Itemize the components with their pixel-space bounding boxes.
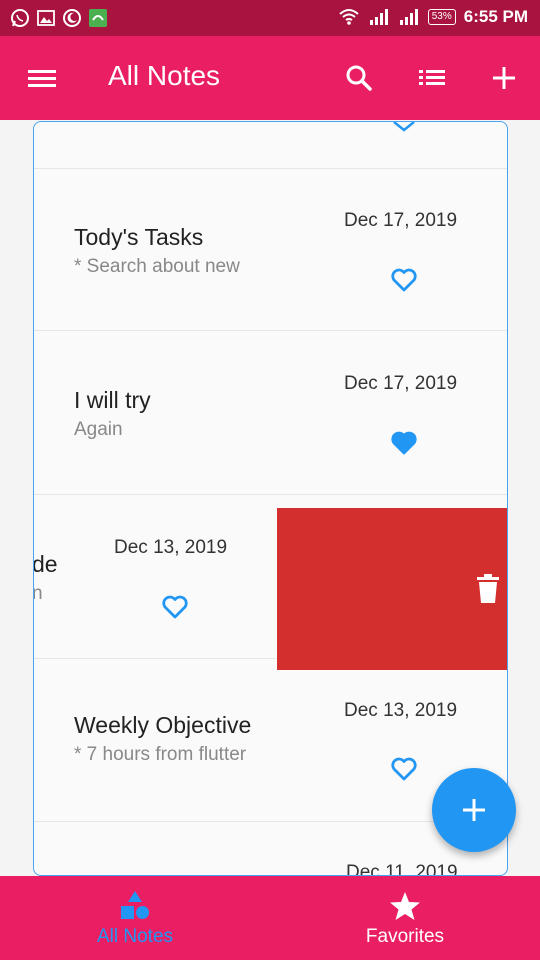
nav-label: Favorites xyxy=(365,926,445,947)
note-subtitle: * Search about new xyxy=(74,256,240,277)
status-bar: 53% 6:55 PM xyxy=(0,0,540,36)
status-time: 6:55 PM xyxy=(463,7,528,26)
list-item[interactable]: Tody's Tasks * Search about new Dec 17, … xyxy=(34,168,507,331)
list-item[interactable]: Dec 11, 2019 xyxy=(34,822,507,876)
signal-icon xyxy=(399,9,418,25)
note-subtitle: * 7 hours from flutter xyxy=(74,744,247,765)
nav-favorites[interactable]: Favorites xyxy=(270,876,540,960)
heart-filled-icon[interactable] xyxy=(389,428,419,458)
notes-list: Tody's Tasks * Search about new Dec 17, … xyxy=(33,121,508,876)
gallery-icon xyxy=(37,10,55,26)
note-date: Dec 17, 2019 xyxy=(344,373,458,394)
signal-icon xyxy=(369,9,388,25)
page-title: All Notes xyxy=(108,60,221,91)
shapes-icon xyxy=(121,891,149,919)
note-title: Tody's Tasks xyxy=(74,224,204,250)
note-title: de xyxy=(33,551,58,577)
add-note-button[interactable] xyxy=(432,768,516,852)
note-date: Dec 13, 2019 xyxy=(114,537,228,558)
battery-indicator: 53% xyxy=(427,9,456,25)
app-icon xyxy=(89,9,107,27)
star-icon xyxy=(390,892,420,920)
heart-outline-icon[interactable] xyxy=(160,592,190,622)
heart-outline-icon[interactable] xyxy=(389,265,419,295)
nav-label: All Notes xyxy=(96,926,174,947)
bottom-navigation: All Notes Favorites xyxy=(0,876,540,960)
delete-swipe-background[interactable] xyxy=(277,508,507,670)
note-subtitle: Again xyxy=(74,419,123,440)
note-date: Dec 17, 2019 xyxy=(344,210,458,231)
note-title: Weekly Objective xyxy=(74,712,252,738)
whatsapp-icon xyxy=(11,9,29,27)
search-icon[interactable] xyxy=(343,62,375,94)
wifi-icon xyxy=(339,9,359,25)
menu-icon[interactable] xyxy=(24,64,60,92)
moon-icon xyxy=(63,9,81,27)
note-date: Dec 11, 2019 xyxy=(346,862,458,876)
list-item[interactable] xyxy=(34,122,507,169)
note-date: Dec 13, 2019 xyxy=(344,700,458,721)
add-icon[interactable] xyxy=(488,62,520,94)
list-icon[interactable] xyxy=(416,62,448,94)
add-icon xyxy=(463,799,485,821)
trash-icon[interactable] xyxy=(475,574,501,604)
chevron-down-icon xyxy=(393,122,415,132)
note-subtitle: n xyxy=(33,583,43,604)
list-item[interactable]: I will try Again Dec 17, 2019 xyxy=(34,331,507,495)
nav-all-notes[interactable]: All Notes xyxy=(0,876,270,960)
heart-outline-icon[interactable] xyxy=(389,754,419,784)
app-bar: All Notes xyxy=(0,36,540,120)
note-title: I will try xyxy=(74,387,151,413)
